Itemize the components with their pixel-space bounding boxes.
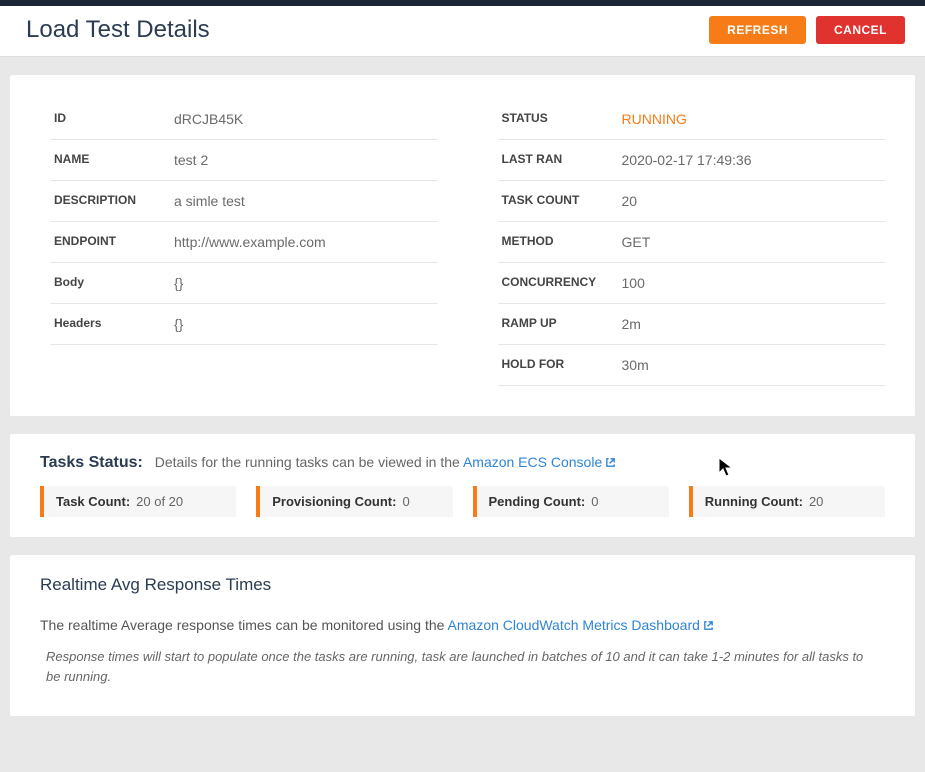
task-stat-card: Task Count: 20 of 20 (40, 486, 236, 517)
stat-value: 0 (591, 494, 598, 509)
stat-label: Provisioning Count: (272, 494, 396, 509)
stat-value: 20 of 20 (136, 494, 183, 509)
detail-label: METHOD (502, 234, 622, 248)
detail-value: {} (174, 316, 183, 332)
detail-row: RAMP UP2m (498, 304, 886, 345)
detail-row: Headers{} (50, 304, 438, 345)
detail-value: dRCJB45K (174, 111, 243, 127)
detail-value: a simle test (174, 193, 245, 209)
detail-row: TASK COUNT20 (498, 181, 886, 222)
tasks-status-subtitle: Details for the running tasks can be vie… (155, 454, 616, 470)
stat-label: Task Count: (56, 494, 130, 509)
realtime-desc-prefix: The realtime Average response times can … (40, 617, 448, 633)
task-stat-card: Pending Count: 0 (473, 486, 669, 517)
detail-row: DESCRIPTIONa simle test (50, 181, 438, 222)
page-header: Load Test Details REFRESH CANCEL (0, 6, 925, 57)
detail-label: ENDPOINT (54, 234, 174, 248)
tasks-status-panel: Tasks Status: Details for the running ta… (10, 434, 915, 537)
detail-label: DESCRIPTION (54, 193, 174, 207)
detail-row: STATUSRUNNING (498, 99, 886, 140)
header-buttons: REFRESH CANCEL (709, 16, 905, 44)
detail-value: 2m (622, 316, 641, 332)
task-stat-row: Task Count:20 of 20Provisioning Count:0P… (40, 486, 885, 517)
detail-row: Body{} (50, 263, 438, 304)
realtime-panel: Realtime Avg Response Times The realtime… (10, 555, 915, 716)
stat-label: Running Count: (705, 494, 803, 509)
detail-row: IDdRCJB45K (50, 99, 438, 140)
detail-row: ENDPOINThttp://www.example.com (50, 222, 438, 263)
detail-row: HOLD FOR30m (498, 345, 886, 386)
realtime-note: Response times will start to populate on… (40, 647, 885, 686)
cloudwatch-dashboard-link[interactable]: Amazon CloudWatch Metrics Dashboard (448, 617, 714, 633)
detail-label: NAME (54, 152, 174, 166)
task-stat-card: Running Count: 20 (689, 486, 885, 517)
details-right-column: STATUSRUNNINGLAST RAN2020-02-17 17:49:36… (498, 99, 886, 386)
detail-value: http://www.example.com (174, 234, 326, 250)
detail-row: CONCURRENCY100 (498, 263, 886, 304)
status-badge: RUNNING (622, 111, 687, 127)
detail-value: GET (622, 234, 651, 250)
detail-value: test 2 (174, 152, 208, 168)
detail-value: 30m (622, 357, 649, 373)
realtime-desc: The realtime Average response times can … (40, 617, 885, 633)
detail-label: RAMP UP (502, 316, 622, 330)
cloudwatch-link-text: Amazon CloudWatch Metrics Dashboard (448, 617, 700, 633)
external-link-icon (605, 457, 616, 468)
cancel-button[interactable]: CANCEL (816, 16, 905, 44)
ecs-console-link[interactable]: Amazon ECS Console (463, 454, 616, 470)
detail-label: Body (54, 275, 174, 289)
stat-value: 0 (402, 494, 409, 509)
detail-label: LAST RAN (502, 152, 622, 166)
detail-row: METHODGET (498, 222, 886, 263)
realtime-title: Realtime Avg Response Times (40, 575, 885, 595)
ecs-console-link-text: Amazon ECS Console (463, 454, 602, 470)
stat-value: 20 (809, 494, 823, 509)
page-title: Load Test Details (26, 16, 210, 44)
refresh-button[interactable]: REFRESH (709, 16, 806, 44)
detail-label: STATUS (502, 111, 622, 125)
detail-label: CONCURRENCY (502, 275, 622, 289)
tasks-status-title: Tasks Status: (40, 454, 143, 471)
details-panel: IDdRCJB45KNAMEtest 2DESCRIPTIONa simle t… (10, 75, 915, 416)
detail-row: LAST RAN2020-02-17 17:49:36 (498, 140, 886, 181)
detail-label: HOLD FOR (502, 357, 622, 371)
detail-value: {} (174, 275, 183, 291)
detail-value: 20 (622, 193, 638, 209)
tasks-subtitle-prefix: Details for the running tasks can be vie… (155, 454, 463, 470)
external-link-icon (703, 620, 714, 631)
detail-label: Headers (54, 316, 174, 330)
stat-label: Pending Count: (489, 494, 586, 509)
detail-row: NAMEtest 2 (50, 140, 438, 181)
detail-value: 2020-02-17 17:49:36 (622, 152, 752, 168)
detail-label: TASK COUNT (502, 193, 622, 207)
task-stat-card: Provisioning Count: 0 (256, 486, 452, 517)
detail-label: ID (54, 111, 174, 125)
details-left-column: IDdRCJB45KNAMEtest 2DESCRIPTIONa simle t… (50, 99, 438, 386)
detail-value: 100 (622, 275, 645, 291)
